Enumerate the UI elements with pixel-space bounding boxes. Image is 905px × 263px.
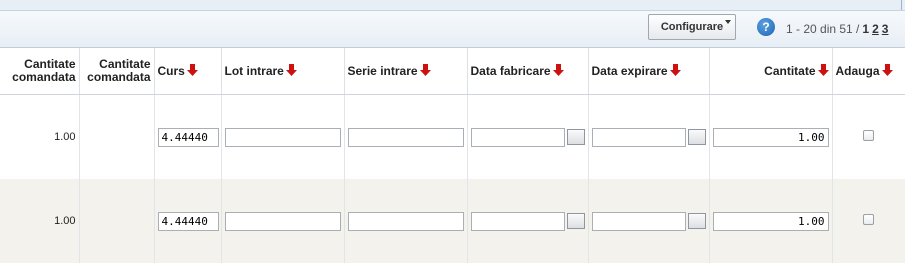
- configure-button[interactable]: Configurare: [648, 14, 736, 40]
- sort-down-arrow-icon[interactable]: [881, 64, 893, 76]
- cell-qty-ordered-2: [79, 94, 155, 179]
- dropdown-caret-icon: [725, 20, 731, 24]
- data-fabricare-input[interactable]: [470, 211, 565, 231]
- column-header-curs[interactable]: Curs: [154, 48, 222, 95]
- column-header-data-expirare[interactable]: Data expirare: [588, 48, 710, 95]
- cell-qty-ordered: 1.00: [0, 94, 80, 179]
- column-header-cantitate[interactable]: Cantitate: [709, 48, 833, 95]
- data-expirare-input[interactable]: [591, 127, 686, 147]
- cell-serie: [344, 94, 468, 179]
- sort-down-arrow-icon[interactable]: [419, 64, 431, 76]
- column-header-qty-ordered: Cantitate comandata: [0, 48, 80, 95]
- column-header-data-fabricare[interactable]: Data fabricare: [467, 48, 589, 95]
- table-row: 1.00: [0, 179, 905, 263]
- adauga-checkbox[interactable]: [863, 214, 875, 225]
- grid-header-row: Cantitate comandata Cantitate comandata …: [0, 48, 905, 95]
- cell-lot: [221, 94, 345, 179]
- pagination-range: 1 - 20 din 51 /: [786, 22, 860, 36]
- pagination-page-link[interactable]: 3: [882, 22, 889, 36]
- curs-input[interactable]: [157, 127, 219, 147]
- cell-curs: [154, 94, 222, 179]
- cell-qty-ordered-2: [79, 179, 155, 263]
- adauga-checkbox[interactable]: [863, 130, 875, 141]
- column-header-lot-intrare[interactable]: Lot intrare: [221, 48, 345, 95]
- cell-cantitate: [709, 179, 833, 263]
- cantitate-input[interactable]: [712, 211, 829, 231]
- serie-intrare-input[interactable]: [347, 127, 464, 147]
- cell-data-fabricare: [467, 94, 589, 179]
- calendar-icon[interactable]: [687, 213, 706, 229]
- data-expirare-input[interactable]: [591, 211, 686, 231]
- sort-down-arrow-icon[interactable]: [285, 64, 297, 76]
- cell-data-expirare: [588, 94, 710, 179]
- cell-adauga: [832, 179, 905, 263]
- pagination-page-link[interactable]: 2: [872, 22, 879, 36]
- sort-down-arrow-icon[interactable]: [817, 64, 829, 76]
- help-icon[interactable]: ?: [757, 18, 775, 36]
- cell-lot: [221, 179, 345, 263]
- top-strip: [0, 0, 905, 11]
- column-header-serie-intrare[interactable]: Serie intrare: [344, 48, 468, 95]
- cell-curs: [154, 179, 222, 263]
- table-row: 1.00: [0, 94, 905, 179]
- column-header-qty-ordered-2: Cantitate comandata: [79, 48, 155, 95]
- curs-input[interactable]: [157, 211, 219, 231]
- column-header-adauga[interactable]: Adauga: [832, 48, 905, 95]
- pagination: 1 - 20 din 51 / 1 2 3: [786, 22, 888, 36]
- data-fabricare-input[interactable]: [470, 127, 565, 147]
- reception-grid: Cantitate comandata Cantitate comandata …: [0, 48, 905, 263]
- calendar-icon[interactable]: [566, 213, 585, 229]
- grid-toolbar: Configurare ? 1 - 20 din 51 / 1 2 3: [0, 11, 905, 48]
- sort-down-arrow-icon[interactable]: [552, 64, 564, 76]
- sort-down-arrow-icon[interactable]: [669, 64, 681, 76]
- top-strip-divider: [901, 0, 902, 10]
- cell-data-expirare: [588, 179, 710, 263]
- cell-data-fabricare: [467, 179, 589, 263]
- lot-intrare-input[interactable]: [224, 127, 341, 147]
- calendar-icon[interactable]: [566, 129, 585, 145]
- cantitate-input[interactable]: [712, 127, 829, 147]
- calendar-icon[interactable]: [687, 129, 706, 145]
- cell-cantitate: [709, 94, 833, 179]
- pagination-current-page: 1: [862, 22, 870, 36]
- lot-intrare-input[interactable]: [224, 211, 341, 231]
- serie-intrare-input[interactable]: [347, 211, 464, 231]
- cell-qty-ordered: 1.00: [0, 179, 80, 263]
- sort-down-arrow-icon[interactable]: [186, 64, 198, 76]
- cell-adauga: [832, 94, 905, 179]
- configure-button-label: Configurare: [660, 21, 724, 33]
- cell-serie: [344, 179, 468, 263]
